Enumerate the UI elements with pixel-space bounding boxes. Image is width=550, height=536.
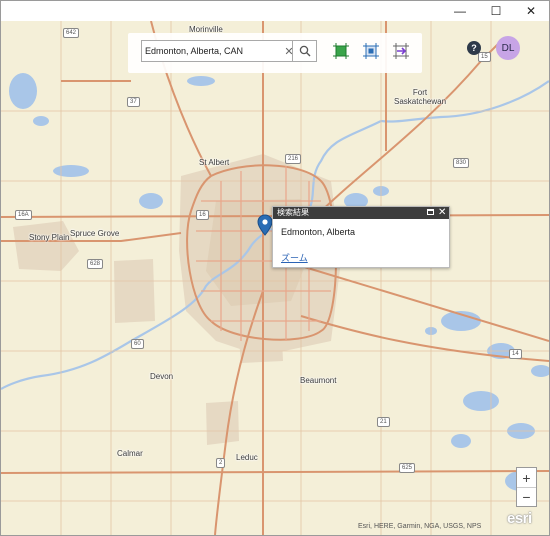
- search-box: ✕: [141, 40, 317, 62]
- pan-extent-icon[interactable]: [393, 43, 409, 59]
- shield-628: 628: [87, 259, 104, 269]
- label-spruce-grove: Spruce Grove: [70, 229, 120, 238]
- zoom-control: + −: [516, 467, 537, 507]
- shield-2: 2: [216, 458, 226, 468]
- popup-header: 検索結果 ✕: [273, 207, 449, 219]
- popup-zoom-link[interactable]: ズーム: [281, 251, 308, 264]
- rectangle-select-icon[interactable]: [333, 43, 349, 59]
- shield-60: 60: [131, 339, 144, 349]
- popup-maximize-icon[interactable]: [427, 209, 434, 215]
- shield-216: 216: [285, 154, 302, 164]
- popup-title: 検索結果: [277, 208, 309, 217]
- shield-14: 14: [509, 349, 522, 359]
- shield-37: 37: [127, 97, 140, 107]
- label-stony-plain: Stony Plain: [29, 233, 70, 242]
- search-toolbar: ✕: [128, 33, 422, 73]
- zoom-out-button[interactable]: −: [517, 487, 536, 506]
- help-button[interactable]: ?: [467, 41, 481, 55]
- label-calmar: Calmar: [117, 449, 143, 458]
- popup-close-icon[interactable]: ✕: [438, 207, 446, 219]
- shield-830: 830: [453, 158, 470, 168]
- shield-642: 642: [63, 28, 80, 38]
- search-button[interactable]: [292, 41, 317, 61]
- avatar[interactable]: DL: [496, 36, 520, 60]
- avatar-initials: DL: [501, 42, 515, 54]
- close-icon: ✕: [525, 4, 537, 18]
- popup-address: Edmonton, Alberta: [281, 227, 356, 237]
- search-result-popup: 検索結果 ✕ Edmonton, Alberta ズーム: [272, 206, 450, 268]
- maximize-button[interactable]: ☐: [478, 1, 514, 21]
- maximize-icon: ☐: [490, 4, 502, 18]
- label-beaumont: Beaumont: [300, 376, 337, 385]
- shield-16a: 16A: [15, 210, 32, 220]
- shield-16: 16: [196, 210, 209, 220]
- shield-21: 21: [377, 417, 390, 427]
- basemap: [1, 21, 549, 535]
- shield-15: 15: [478, 52, 491, 62]
- minimize-button[interactable]: —: [442, 1, 478, 21]
- minimize-icon: —: [454, 4, 466, 18]
- label-leduc: Leduc: [236, 453, 258, 462]
- search-icon: [299, 45, 311, 57]
- map-attribution: Esri, HERE, Garmin, NGA, USGS, NPS: [358, 523, 482, 530]
- map-view[interactable]: Morinville Fort Saskatchewan St Albert S…: [1, 21, 549, 535]
- app-window: — ☐ ✕ Morinville Fort Saskatchewan St Al…: [0, 0, 550, 536]
- search-input[interactable]: [145, 44, 283, 58]
- zoom-in-button[interactable]: +: [517, 468, 536, 488]
- esri-logo: esri: [507, 510, 532, 527]
- label-devon: Devon: [150, 372, 174, 381]
- label-fort-saskatchewan: Fort Saskatchewan: [394, 88, 447, 106]
- urban-areas: [13, 154, 341, 445]
- location-pin-icon[interactable]: [257, 214, 273, 236]
- title-bar: — ☐ ✕: [1, 1, 549, 21]
- shield-625: 625: [399, 463, 416, 473]
- extent-select-icon[interactable]: [363, 43, 379, 59]
- help-icon: ?: [471, 43, 477, 53]
- close-button[interactable]: ✕: [513, 1, 549, 21]
- label-st-albert: St Albert: [199, 158, 230, 167]
